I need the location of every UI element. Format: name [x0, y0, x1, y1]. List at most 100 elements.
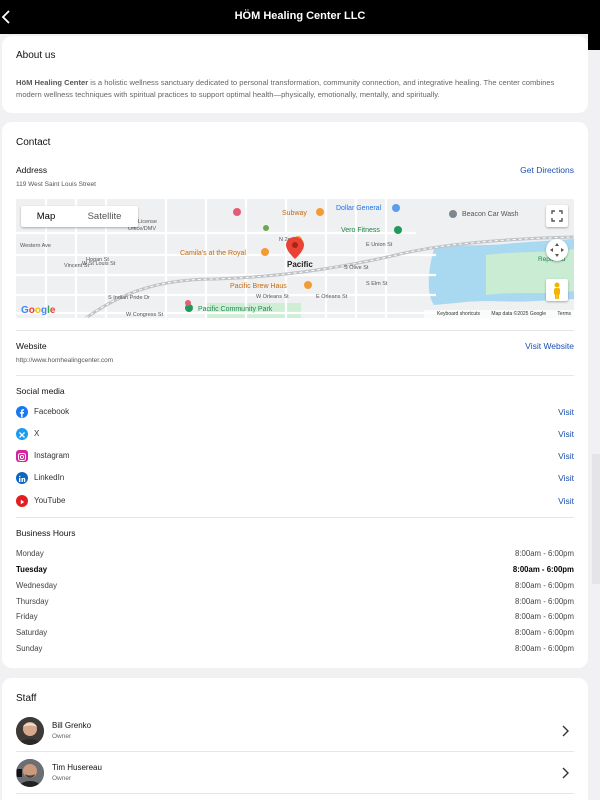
- street-view-button[interactable]: [546, 279, 568, 301]
- terms-link[interactable]: Terms: [557, 311, 571, 317]
- divider: [16, 517, 574, 518]
- map-type-toggle: Map Satellite: [21, 206, 138, 227]
- chevron-right-icon: [562, 725, 569, 737]
- svg-text:S Indian Pride Dr: S Indian Pride Dr: [108, 295, 150, 301]
- hours-row-friday: Friday 8:00am - 6:00pm: [16, 612, 574, 624]
- hours-row-saturday: Saturday 8:00am - 6:00pm: [16, 628, 574, 640]
- divider: [16, 330, 574, 331]
- hours-time: 8:00am - 6:00pm: [515, 597, 574, 606]
- svg-text:E Union St: E Union St: [366, 242, 393, 248]
- social-row-instagram: Instagram Visit: [16, 448, 574, 464]
- map-view-button[interactable]: Map: [21, 206, 71, 227]
- map-footer: Keyboard shortcuts Map data ©2025 Google…: [423, 310, 574, 318]
- social-media-heading: Social media: [16, 386, 65, 396]
- top-bar: HÖM Healing Center LLC: [0, 0, 600, 34]
- fullscreen-icon: [551, 210, 563, 222]
- hours-time: 8:00am - 6:00pm: [515, 644, 574, 653]
- avatar: [16, 717, 44, 745]
- get-directions-link[interactable]: Get Directions: [520, 165, 574, 175]
- staff-name: Bill Grenko: [52, 721, 92, 730]
- about-card: About us HöM Healing Center is a holisti…: [2, 36, 588, 113]
- hours-time: 8:00am - 6:00pm: [515, 549, 574, 558]
- staff-role: Owner: [52, 733, 72, 740]
- fullscreen-button[interactable]: [546, 205, 568, 227]
- svg-text:W Orleans St: W Orleans St: [256, 294, 289, 300]
- visit-website-link[interactable]: Visit Website: [525, 341, 574, 351]
- linkedin-icon: [16, 472, 28, 484]
- map[interactable]: License Office/DMV E Union St W Orleans …: [16, 199, 574, 318]
- svg-text:Hogan St: Hogan St: [86, 257, 109, 263]
- hours-day: Monday: [16, 549, 44, 558]
- about-heading: About us: [16, 50, 56, 61]
- social-row-x: X Visit: [16, 426, 574, 442]
- map-city-label: Pacific: [287, 260, 313, 269]
- svg-text:Western Ave: Western Ave: [20, 243, 51, 249]
- hours-day: Thursday: [16, 597, 49, 606]
- instagram-visit-link[interactable]: Visit: [558, 451, 574, 461]
- right-edge: [588, 34, 600, 800]
- social-name: X: [34, 429, 40, 438]
- svg-text:Dollar General: Dollar General: [336, 205, 382, 212]
- staff-row[interactable]: Bill Grenko Owner: [16, 712, 574, 750]
- staff-heading: Staff: [16, 693, 37, 704]
- svg-text:Subway: Subway: [282, 210, 307, 217]
- instagram-icon: [16, 450, 28, 462]
- svg-text:W Congress St: W Congress St: [126, 312, 163, 318]
- about-text: HöM Healing Center is a holistic wellnes…: [16, 77, 566, 101]
- social-row-youtube: YouTube Visit: [16, 493, 574, 509]
- camera-control-button[interactable]: [546, 239, 568, 261]
- contact-heading: Contact: [16, 137, 51, 148]
- svg-text:Vincent St: Vincent St: [64, 263, 89, 269]
- contact-card: Contact Address 119 West Saint Louis Str…: [2, 122, 588, 668]
- hours-row-thursday: Thursday 8:00am - 6:00pm: [16, 597, 574, 609]
- x-visit-link[interactable]: Visit: [558, 429, 574, 439]
- svg-text:Camila's at the Royal: Camila's at the Royal: [180, 250, 246, 257]
- satellite-view-button[interactable]: Satellite: [71, 206, 138, 227]
- staff-role: Owner: [52, 775, 72, 782]
- social-name: YouTube: [34, 496, 66, 505]
- social-row-linkedin: LinkedIn Visit: [16, 470, 574, 486]
- linkedin-visit-link[interactable]: Visit: [558, 473, 574, 483]
- hours-day: Tuesday: [16, 565, 48, 574]
- move-icon: [550, 243, 564, 257]
- about-lead: HöM Healing Center: [16, 78, 89, 87]
- staff-name: Tim Husereau: [52, 763, 102, 772]
- hours-time: 8:00am - 6:00pm: [515, 581, 574, 590]
- hours-row-wednesday: Wednesday 8:00am - 6:00pm: [16, 581, 574, 593]
- website-label: Website: [16, 341, 47, 351]
- hours-day: Saturday: [16, 628, 48, 637]
- svg-text:S Elm St: S Elm St: [366, 281, 388, 287]
- scrollbar[interactable]: [592, 454, 600, 584]
- google-logo: Google: [21, 305, 56, 316]
- staff-card: Staff Bill Grenko Owner Tim Husereau Own…: [2, 678, 588, 800]
- svg-text:Pacific Community Park: Pacific Community Park: [198, 306, 273, 313]
- page-title: HÖM Healing Center LLC: [234, 10, 366, 22]
- website-url: http://www.homhealingcenter.com: [16, 357, 114, 364]
- chevron-right-icon: [562, 767, 569, 779]
- svg-text:Pacific Brew Haus: Pacific Brew Haus: [230, 283, 287, 290]
- business-hours-heading: Business Hours: [16, 528, 76, 538]
- hours-day: Wednesday: [16, 581, 58, 590]
- divider: [16, 375, 574, 376]
- facebook-icon: [16, 406, 28, 418]
- svg-text:Beacon Car Wash: Beacon Car Wash: [462, 211, 519, 218]
- svg-text:E Orleans St: E Orleans St: [316, 294, 348, 300]
- social-name: LinkedIn: [34, 473, 65, 482]
- divider: [16, 793, 574, 794]
- youtube-visit-link[interactable]: Visit: [558, 496, 574, 506]
- hours-time: 8:00am - 6:00pm: [515, 628, 574, 637]
- youtube-icon: [16, 495, 28, 507]
- address-label: Address: [16, 165, 48, 175]
- x-icon: [16, 428, 28, 440]
- facebook-visit-link[interactable]: Visit: [558, 407, 574, 417]
- hours-row-sunday: Sunday 8:00am - 6:00pm: [16, 644, 574, 656]
- hours-row-monday: Monday 8:00am - 6:00pm: [16, 549, 574, 561]
- map-data-text: Map data ©2025 Google: [491, 311, 546, 317]
- staff-row[interactable]: Tim Husereau Owner: [16, 754, 574, 792]
- social-row-facebook: Facebook Visit: [16, 404, 574, 420]
- keyboard-shortcuts-link[interactable]: Keyboard shortcuts: [437, 311, 480, 317]
- hours-day: Friday: [16, 612, 38, 621]
- svg-text:S Olive St: S Olive St: [344, 265, 369, 271]
- hours-time: 8:00am - 6:00pm: [512, 565, 574, 574]
- svg-text:License: License: [138, 219, 157, 225]
